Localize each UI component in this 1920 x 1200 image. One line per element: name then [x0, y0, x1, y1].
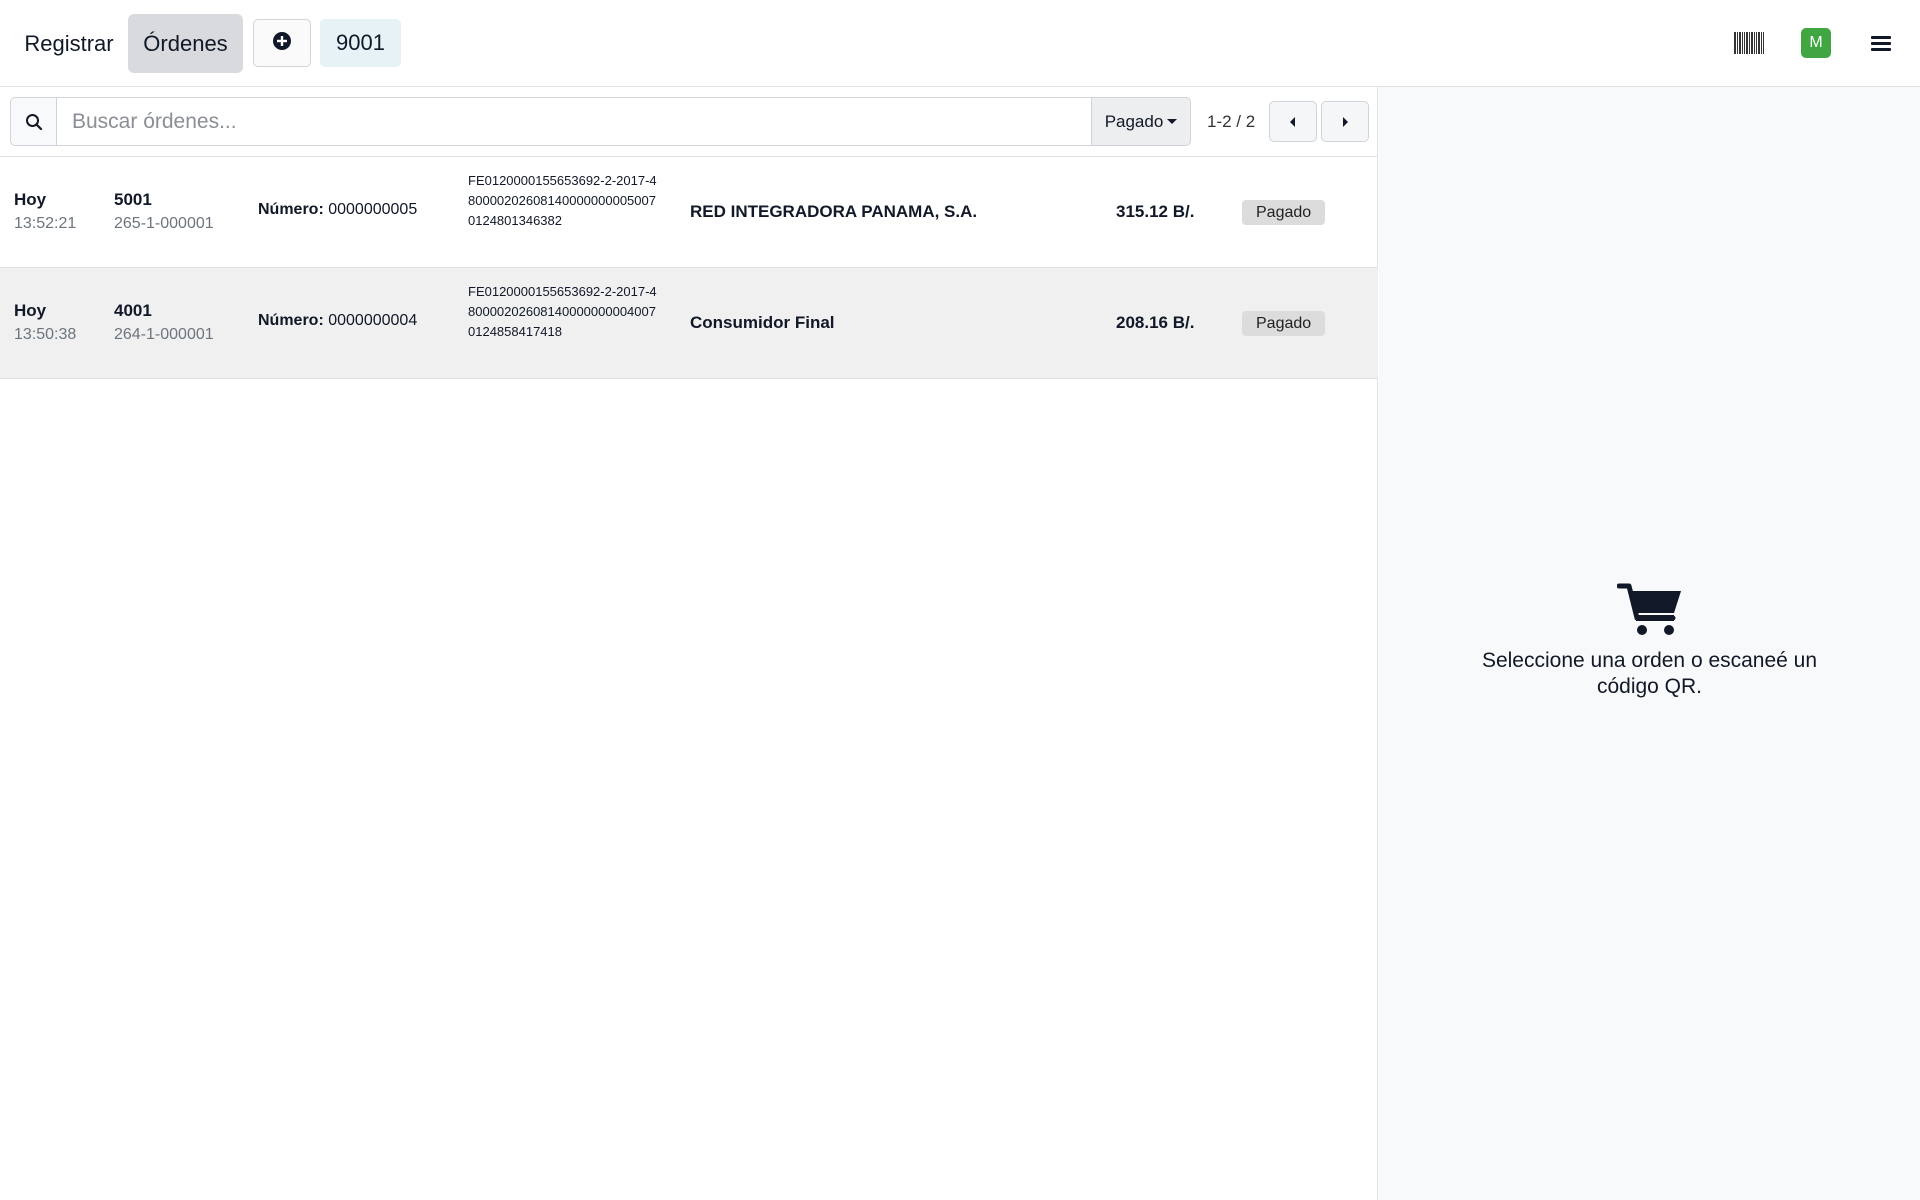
plus-circle-icon: [272, 31, 292, 56]
status-badge: Pagado: [1242, 200, 1326, 225]
order-row[interactable]: Hoy 13:52:21 5001 265-1-000001 Número: 0…: [0, 157, 1378, 268]
order-row[interactable]: Hoy 13:50:38 4001 264-1-000001 Número: 0…: [0, 268, 1378, 379]
orders-button[interactable]: Órdenes: [128, 14, 243, 73]
order-number-label: Número:: [258, 312, 324, 329]
order-number-value: 0000000004: [328, 312, 418, 329]
search-icon[interactable]: [11, 98, 57, 145]
caret-down-icon: [1167, 119, 1178, 124]
search-bar: Pagado: [10, 97, 1191, 146]
empty-state: Seleccione una orden o escaneé un código…: [1379, 582, 1920, 700]
order-reference: 4001 264-1-000001: [114, 301, 214, 344]
status-filter-dropdown[interactable]: Pagado: [1091, 97, 1191, 146]
order-reference: 5001 265-1-000001: [114, 190, 214, 233]
order-ref: 5001: [114, 190, 152, 209]
empty-state-message: Seleccione una orden o escaneé un código…: [1481, 649, 1818, 698]
order-total: 315.12 B/.: [1116, 202, 1195, 221]
caret-left-icon: [1290, 116, 1295, 127]
order-day: Hoy: [14, 301, 47, 320]
status-filter-label: Pagado: [1104, 111, 1164, 131]
menu-icon[interactable]: [1862, 22, 1900, 64]
order-total: 208.16 B/.: [1116, 313, 1195, 332]
barcode-icon[interactable]: [1728, 22, 1770, 64]
top-navbar: Registrar Órdenes 9001 M: [0, 0, 1920, 87]
order-fe-code: FE0120000155653692-2-2017-48000020260814…: [468, 284, 657, 339]
order-ref: 4001: [114, 301, 152, 320]
cart-icon: [1616, 582, 1683, 638]
avatar[interactable]: M: [1801, 28, 1831, 58]
orders-panel: Pagado 1-2 / 2 Hoy 13:52:21 5001 265-1-0…: [0, 87, 1378, 1200]
order-day: Hoy: [14, 190, 47, 209]
orders-list: Hoy 13:52:21 5001 265-1-000001 Número: 0…: [0, 156, 1378, 379]
order-date: Hoy 13:50:38: [14, 301, 76, 344]
order-detail-panel: Seleccione una orden o escaneé un código…: [1379, 87, 1920, 1200]
order-client: Consumidor Final: [690, 313, 835, 332]
previous-page-button[interactable]: [1269, 101, 1317, 142]
order-number: Número: 0000000004: [258, 312, 417, 330]
pagination-text: 1-2 / 2: [1207, 112, 1256, 131]
order-receipt: 264-1-000001: [114, 326, 214, 343]
order-number-label: Número:: [258, 201, 324, 218]
order-time: 13:50:38: [14, 326, 77, 343]
order-client: RED INTEGRADORA PANAMA, S.A.: [690, 202, 978, 221]
order-number-value: 0000000005: [328, 201, 418, 218]
order-number: Número: 0000000005: [258, 201, 417, 219]
register-button[interactable]: Registrar: [10, 14, 128, 73]
order-time: 13:52:21: [14, 215, 77, 232]
next-page-button[interactable]: [1321, 101, 1369, 142]
search-input[interactable]: [58, 98, 1101, 145]
order-receipt: 265-1-000001: [114, 215, 214, 232]
status-badge: Pagado: [1242, 311, 1326, 336]
caret-right-icon: [1343, 116, 1348, 127]
current-order-tab[interactable]: 9001: [320, 19, 401, 67]
order-fe-code: FE0120000155653692-2-2017-48000020260814…: [468, 173, 657, 228]
new-order-button[interactable]: [253, 19, 311, 67]
order-date: Hoy 13:52:21: [14, 190, 76, 233]
